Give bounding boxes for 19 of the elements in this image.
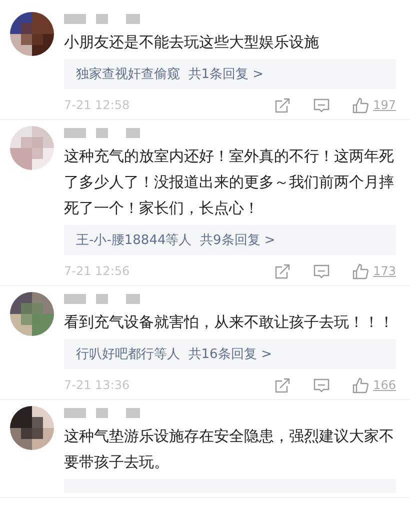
thumbs-up-icon[interactable] xyxy=(352,262,370,280)
reply-preview[interactable]: 行叭好吧都行等人 共16条回复 > xyxy=(64,339,396,369)
comment-icon[interactable] xyxy=(313,376,330,394)
comment-text: 这种气垫游乐设施存在安全隐患，强烈建议大家不要带孩子去玩。 xyxy=(64,426,395,473)
comment-text: 看到充气设备就害怕，从来不敢让孩子去玩！！！ xyxy=(64,312,395,333)
comment-time: 7-21 13:36 xyxy=(64,378,131,392)
share-icon[interactable] xyxy=(274,376,292,394)
comment-text: 这种充气的放室内还好！室外真的不行！这两年死了多少人了！没报道出来的更多～我们前两个月摔死了一个！家长们，长点心！ xyxy=(64,146,395,219)
comment-time: 7-21 12:58 xyxy=(64,98,131,112)
share-icon[interactable] xyxy=(274,96,292,114)
share-icon[interactable] xyxy=(274,262,292,280)
comment-text: 小朋友还是不能去玩这些大型娱乐设施 xyxy=(64,32,320,53)
reply-preview[interactable]: 王-小-腰18844等人 共9条回复 > xyxy=(64,225,396,255)
comment-icon[interactable] xyxy=(313,96,330,114)
thumbs-up-icon[interactable] xyxy=(352,96,370,114)
comment-time: 7-21 12:56 xyxy=(64,264,131,278)
thumbs-up-icon[interactable] xyxy=(352,376,370,394)
comment-icon[interactable] xyxy=(313,262,330,280)
reply-preview[interactable]: 独家查视奸查偷窥 共1条回复 > xyxy=(64,59,396,89)
